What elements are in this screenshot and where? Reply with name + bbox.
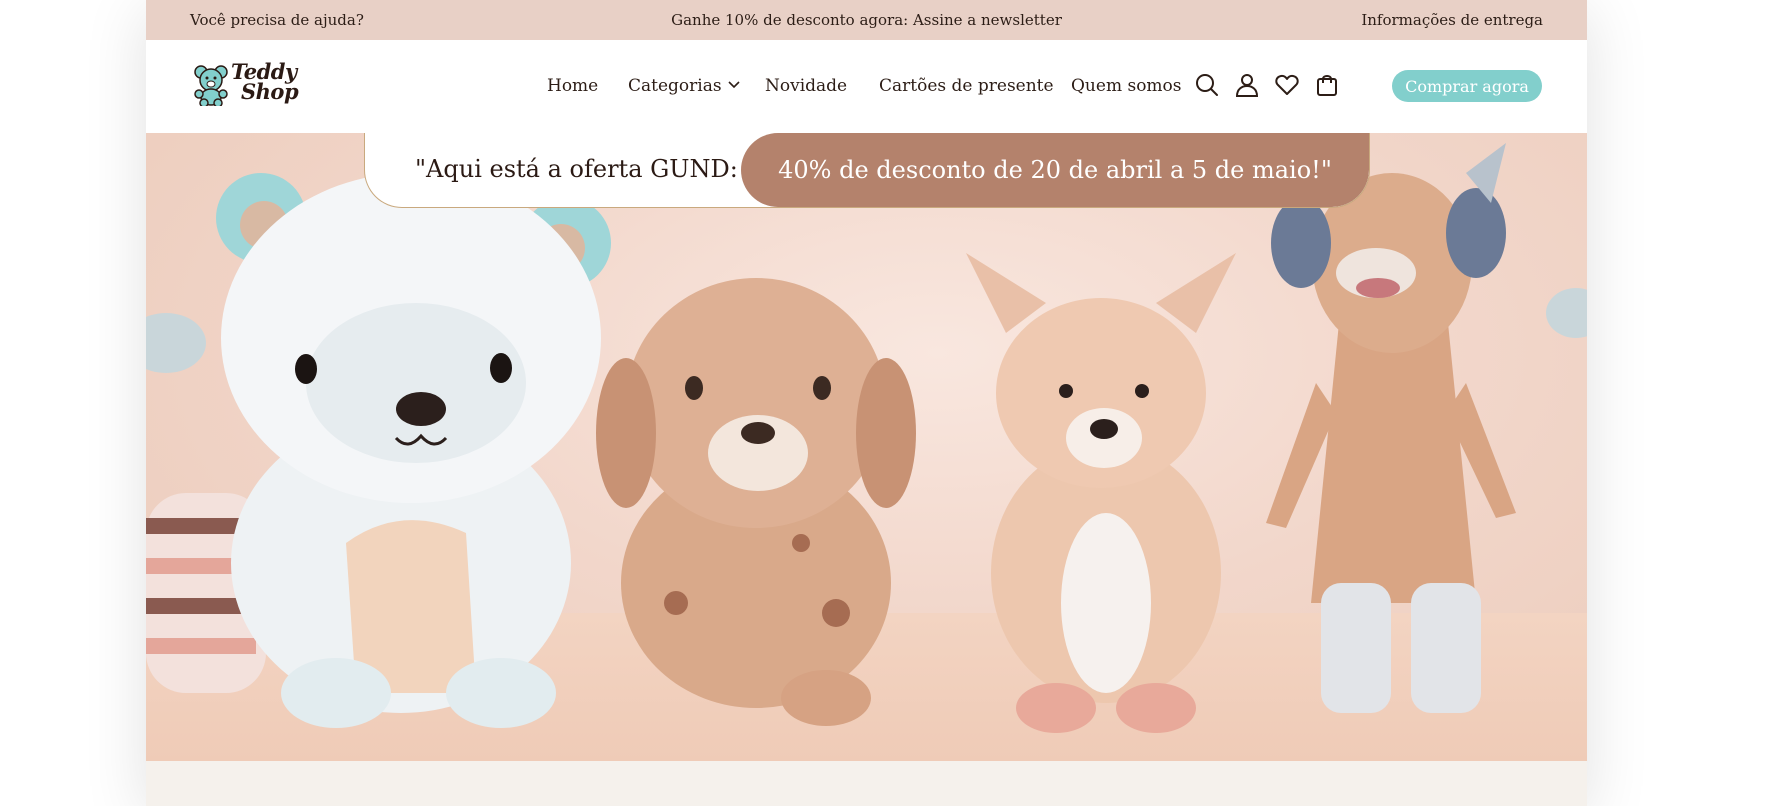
- delivery-info-link[interactable]: Informações de entrega: [1361, 11, 1543, 29]
- heart-icon[interactable]: [1274, 72, 1300, 98]
- offer-banner[interactable]: "Aqui está a oferta GUND: 40% de descont…: [364, 133, 1370, 208]
- announcement-bar: Você precisa de ajuda? Ganhe 10% de desc…: [146, 0, 1587, 40]
- page-container: Você precisa de ajuda? Ganhe 10% de desc…: [146, 0, 1587, 806]
- search-icon[interactable]: [1194, 72, 1220, 98]
- offer-intro-text: "Aqui está a oferta GUND:: [415, 155, 738, 183]
- logo[interactable]: Teddy Shop: [191, 61, 301, 108]
- nav-categories[interactable]: Categorias: [628, 76, 740, 96]
- logo-text-line2: Shop: [241, 79, 299, 104]
- shopping-bag-icon[interactable]: [1314, 72, 1340, 98]
- teddy-bear-logo-icon: [194, 65, 228, 106]
- plush-toys-hero-image[interactable]: [146, 133, 1587, 761]
- nav-gift-cards[interactable]: Cartões de presente: [879, 76, 1054, 96]
- logo-wordmark: Teddy Shop: [231, 61, 311, 104]
- content-section: [146, 761, 1587, 806]
- nav-home[interactable]: Home: [547, 76, 598, 96]
- hero-section: "Aqui está a oferta GUND: 40% de descont…: [146, 133, 1587, 761]
- nav-categories-label: Categorias: [628, 76, 722, 96]
- user-icon[interactable]: [1234, 72, 1260, 98]
- shop-now-button[interactable]: Comprar agora: [1392, 70, 1542, 102]
- chevron-down-icon: [728, 81, 740, 89]
- nav-new[interactable]: Novidade: [765, 76, 847, 96]
- main-navigation: Teddy Shop Home Categorias Novidade Cart…: [146, 40, 1587, 133]
- nav-about[interactable]: Quem somos: [1071, 76, 1182, 96]
- offer-detail-text: 40% de desconto de 20 de abril a 5 de ma…: [741, 133, 1369, 207]
